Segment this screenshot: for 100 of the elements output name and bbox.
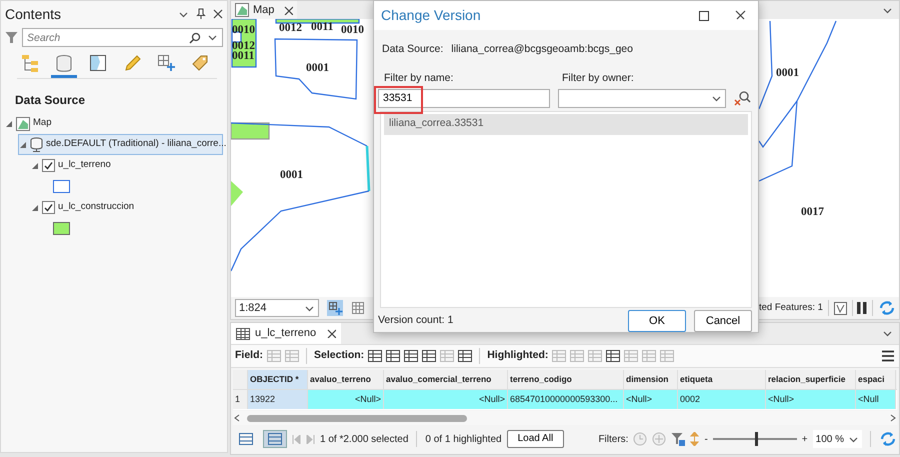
data-source-text: liliana_correa@bcgsgeoamb:bcgs_geo: [451, 42, 633, 57]
tree-label: u_lc_construccion: [58, 200, 134, 214]
filter-name-field[interactable]: 33531: [378, 88, 550, 108]
close-icon[interactable]: [735, 10, 746, 21]
parcel-label: 0001: [280, 169, 303, 181]
expand-icon[interactable]: [31, 162, 39, 170]
tree-item[interactable]: u_lc_terreno: [31, 155, 223, 176]
table-tool-icon[interactable]: [368, 349, 382, 363]
database-icon: [30, 137, 43, 152]
column-header[interactable]: dimension: [624, 370, 678, 389]
table-cell: <Null>: [308, 390, 384, 409]
table-cell: <Null>: [384, 390, 508, 409]
parcel-label: 0011: [311, 21, 334, 33]
toolbar-label: Highlighted:: [487, 348, 548, 364]
refresh-icon[interactable]: [878, 300, 896, 316]
hierarchy-icon: [21, 54, 39, 72]
table-tool-icon[interactable]: [422, 349, 436, 363]
expand-icon[interactable]: [5, 120, 13, 128]
table-tool-icon[interactable]: [458, 349, 472, 363]
filter-icon[interactable]: [5, 31, 18, 44]
list-icon: [268, 433, 282, 445]
column-header[interactable]: avaluo_terreno: [308, 370, 384, 389]
table-cell: <Null>: [624, 390, 678, 409]
toolbar-label: Field:: [235, 348, 263, 364]
tag-icon: [191, 54, 209, 72]
status-text: ted Features: 1: [759, 300, 823, 315]
highlight-count: 0 of 1 highlighted: [425, 432, 502, 446]
table-tool-icon[interactable]: [386, 349, 400, 363]
maximize-icon[interactable]: [699, 10, 709, 20]
tree-label: u_lc_terreno: [58, 158, 111, 172]
pencil-icon: [123, 54, 141, 72]
version-count: Version count: 1: [378, 313, 454, 328]
close-icon[interactable]: [327, 329, 336, 338]
ok-button[interactable]: OK: [628, 310, 686, 332]
tree-item[interactable]: u_lc_construccion: [31, 197, 223, 218]
map-tab[interactable]: Map: [231, 1, 298, 19]
building-shape: [231, 181, 243, 206]
field-label: Data Source:: [382, 42, 444, 57]
search-field[interactable]: Search: [22, 28, 223, 47]
expand-icon[interactable]: [19, 140, 27, 148]
clear-search-icon[interactable]: [734, 90, 751, 106]
checkbox[interactable]: [42, 159, 55, 172]
toolbar-label: Selection:: [314, 348, 364, 364]
cancel-button[interactable]: Cancel: [694, 310, 752, 332]
column-header[interactable]: relacion_superficie: [766, 370, 856, 389]
selected-boundary: [366, 146, 370, 192]
parcel-label: 0001: [306, 62, 329, 74]
parcel-label: 0012: [232, 40, 255, 52]
slider-thumb[interactable]: [754, 432, 758, 446]
tree-label: Map: [33, 116, 52, 130]
checkbox[interactable]: [42, 201, 55, 214]
column-header[interactable]: etiqueta: [678, 370, 766, 389]
database-icon: [55, 54, 73, 72]
load-all-button[interactable]: Load All: [506, 430, 564, 448]
table-cell: 0002: [678, 390, 766, 409]
filter-icon[interactable]: [671, 432, 686, 446]
column-header[interactable]: avaluo_comercial_terreno: [384, 370, 508, 389]
scroll-left-icon[interactable]: [233, 414, 241, 422]
grid-icon[interactable]: [351, 301, 365, 315]
pane-tab[interactable]: [51, 54, 77, 78]
parcel-label: 0001: [776, 67, 799, 79]
row-number[interactable]: 1: [233, 390, 248, 409]
table-cell: 13922: [248, 390, 308, 409]
pause-icon[interactable]: [857, 302, 868, 314]
list-icon: [239, 433, 253, 445]
filters-label: Filters:: [598, 432, 628, 446]
scrollbar-thumb[interactable]: [247, 414, 467, 422]
section-heading: Data Source: [15, 92, 86, 109]
zoom-in-label[interactable]: +: [802, 432, 808, 446]
table-tool-icon[interactable]: [606, 349, 620, 363]
view-button[interactable]: [263, 430, 287, 448]
zoom-combo[interactable]: 100 %: [812, 430, 862, 448]
parcel-label: 0012: [279, 22, 302, 34]
close-icon[interactable]: [213, 9, 223, 19]
column-header[interactable]: terreno_codigo: [508, 370, 624, 389]
table-tool-icon[interactable]: [404, 349, 418, 363]
pin-icon[interactable]: [195, 8, 207, 20]
table-cell: <Null: [856, 390, 896, 409]
menu-icon[interactable]: [881, 350, 895, 362]
table-icon: [236, 326, 250, 340]
tree-item[interactable]: Map: [5, 113, 223, 134]
parcel-label: 0010: [341, 24, 364, 36]
pane-title: Contents: [5, 4, 62, 24]
building-shape: [231, 122, 270, 140]
grid-plus-icon: [157, 54, 175, 72]
version-item[interactable]: liliana_correa.33531: [384, 114, 748, 134]
refresh-icon[interactable]: [879, 430, 896, 448]
grid-plus-icon[interactable]: [327, 300, 343, 316]
zoom-out-label[interactable]: -: [704, 432, 708, 446]
column-header[interactable]: OBJECTID *: [248, 370, 308, 389]
tree-item[interactable]: sde.DEFAULT (Traditional) - liliana_corre...: [18, 134, 223, 155]
close-icon[interactable]: [284, 6, 294, 14]
search-icon: [189, 32, 201, 44]
check-icon: [44, 161, 53, 170]
column-header[interactable]: espaci: [856, 370, 896, 389]
parcel-label: 0017: [801, 206, 824, 218]
table-tab[interactable]: u_lc_terreno: [231, 323, 342, 344]
expand-icon[interactable]: [31, 204, 39, 212]
scroll-right-icon[interactable]: [889, 414, 897, 422]
scale-combo[interactable]: 1:824: [235, 299, 319, 317]
